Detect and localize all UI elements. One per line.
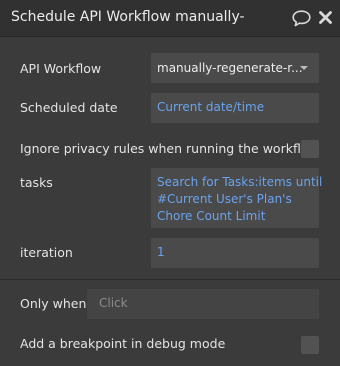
iteration-label: iteration	[20, 245, 73, 260]
tasks-field[interactable]: Search for Tasks:items until #Current Us…	[151, 168, 323, 228]
api-workflow-dropdown[interactable]: manually-regenerate-r...	[151, 53, 319, 83]
close-icon[interactable]	[319, 11, 332, 24]
scheduled-date-label: Scheduled date	[20, 100, 118, 115]
ignore-privacy-checkbox[interactable]	[301, 140, 319, 158]
panel-title: Schedule API Workflow manually-	[11, 9, 245, 25]
only-when-field[interactable]: Click	[87, 289, 319, 319]
only-when-label: Only when	[20, 296, 87, 311]
scheduled-date-field[interactable]: Current date/time	[151, 93, 319, 123]
breakpoint-label: Add a breakpoint in debug mode	[20, 336, 226, 351]
tasks-value-line-3: Chore Count Limit	[157, 209, 266, 223]
panel-header: Schedule API Workflow manually-	[0, 0, 340, 37]
scheduled-date-value: Current date/time	[157, 100, 265, 114]
breakpoint-checkbox[interactable]	[301, 336, 319, 354]
tasks-value-line-1: Search for Tasks:items until	[157, 175, 323, 189]
api-workflow-value: manually-regenerate-r...	[157, 61, 303, 75]
comment-icon[interactable]	[292, 10, 311, 27]
iteration-value: 1	[157, 245, 165, 259]
only-when-placeholder: Click	[99, 296, 128, 310]
api-workflow-label: API Workflow	[20, 61, 102, 76]
chevron-down-icon	[300, 66, 308, 70]
ignore-privacy-label: Ignore privacy rules when running the wo…	[20, 141, 319, 156]
iteration-field[interactable]: 1	[151, 238, 319, 268]
schedule-api-workflow-panel: Schedule API Workflow manually- API Work…	[0, 0, 340, 366]
section-divider	[0, 279, 340, 280]
tasks-value-line-2: #Current User's Plan's	[157, 192, 292, 206]
tasks-label: tasks	[20, 175, 53, 190]
